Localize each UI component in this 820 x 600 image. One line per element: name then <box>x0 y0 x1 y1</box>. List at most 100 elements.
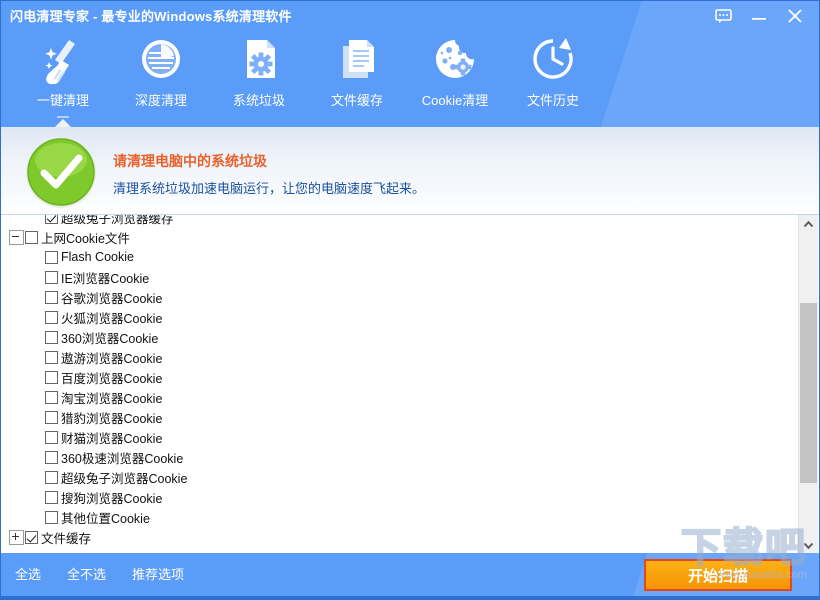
item-checkbox[interactable] <box>45 290 58 304</box>
list-item[interactable]: 上网Cookie文件 <box>1 227 798 247</box>
minimize-icon <box>752 18 766 20</box>
item-checkbox[interactable] <box>25 530 38 544</box>
list-body: 超级兔子浏览器缓存上网Cookie文件 Flash Cookie IE浏览器Cook… <box>1 215 798 547</box>
item-checkbox[interactable] <box>25 230 38 244</box>
item-label: 猎豹浏览器Cookie <box>61 411 163 426</box>
message-bubble-icon <box>714 9 732 23</box>
item-label: 百度浏览器Cookie <box>61 371 163 386</box>
item-label: 超级兔子浏览器Cookie <box>61 471 188 486</box>
item-label: 火狐浏览器Cookie <box>61 311 163 326</box>
item-label: 360极速浏览器Cookie <box>61 451 184 466</box>
item-checkbox[interactable] <box>45 310 58 324</box>
scrollbar-thumb[interactable] <box>800 303 817 483</box>
document-gear-icon <box>233 31 285 87</box>
tab-label: 文件历史 <box>526 93 579 108</box>
clock-history-icon <box>527 31 579 87</box>
scroll-up-button[interactable] <box>799 215 818 234</box>
app-window: 闪电清理专家 - 最专业的Windows系统清理软件 一键清理 深度清理 系统垃… <box>0 0 820 600</box>
tab-active-underline <box>57 116 69 118</box>
toolbar-tabs: 一键清理 深度清理 系统垃圾 文件缓存 Cookie清理 文件历史 <box>1 29 819 127</box>
documents-icon <box>331 31 383 87</box>
item-checkbox[interactable] <box>45 215 58 224</box>
item-label: Flash Cookie <box>61 250 134 264</box>
tab-label: 文件缓存 <box>330 93 383 108</box>
item-checkbox[interactable] <box>45 470 58 484</box>
item-checkbox[interactable] <box>45 490 58 504</box>
window-controls <box>705 1 813 31</box>
broom-icon <box>37 31 89 87</box>
header: 闪电清理专家 - 最专业的Windows系统清理软件 一键清理 深度清理 系统垃… <box>1 1 819 127</box>
footer-selection-buttons: 全选 全不选 推荐选项 <box>15 564 184 583</box>
list-item[interactable]: 超级兔子浏览器Cookie <box>1 467 798 487</box>
item-checkbox[interactable] <box>45 390 58 404</box>
close-button[interactable] <box>777 1 813 31</box>
item-checkbox[interactable] <box>45 450 58 464</box>
disc-scan-icon <box>135 31 187 87</box>
tab-file-cache[interactable]: 文件缓存 <box>308 31 406 117</box>
list-item[interactable]: 猎豹浏览器Cookie <box>1 407 798 427</box>
item-label: 财猫浏览器Cookie <box>61 431 163 446</box>
list-item[interactable]: 淘宝浏览器Cookie <box>1 387 798 407</box>
expand-node-icon[interactable] <box>9 529 24 545</box>
item-checkbox[interactable] <box>45 370 58 384</box>
list-item[interactable]: IE浏览器Cookie <box>1 267 798 287</box>
status-banner: 请清理电脑中的系统垃圾 清理系统垃圾加速电脑运行，让您的电脑速度飞起来。 <box>1 127 819 215</box>
tab-label: 深度清理 <box>134 93 187 108</box>
chevron-down-icon <box>804 542 813 549</box>
list-item[interactable]: Flash Cookie <box>1 247 798 267</box>
tab-system-junk[interactable]: 系统垃圾 <box>210 31 308 117</box>
list-item[interactable]: 财猫浏览器Cookie <box>1 427 798 447</box>
item-label: 其他位置Cookie <box>61 511 150 526</box>
cleanup-item-list[interactable]: 超级兔子浏览器缓存上网Cookie文件 Flash Cookie IE浏览器Cook… <box>1 215 819 555</box>
tab-cookie-clean[interactable]: Cookie清理 <box>406 31 504 117</box>
tab-deep-clean[interactable]: 深度清理 <box>112 31 210 117</box>
item-label: 超级兔子浏览器缓存 <box>61 215 174 226</box>
item-label: 文件缓存 <box>41 531 92 546</box>
footer-bar: 全选 全不选 推荐选项 开始扫描 <box>1 553 819 599</box>
banner-subtext: 清理系统垃圾加速电脑运行，让您的电脑速度飞起来。 <box>113 181 426 196</box>
tab-one-click-clean[interactable]: 一键清理 <box>14 31 112 127</box>
select-none-button[interactable]: 全不选 <box>67 564 106 583</box>
item-checkbox[interactable] <box>45 250 58 264</box>
collapse-node-icon[interactable] <box>9 229 24 245</box>
tab-active-pointer <box>53 119 73 127</box>
item-label: 搜狗浏览器Cookie <box>61 491 163 506</box>
list-scrollbar[interactable] <box>798 215 818 555</box>
list-item[interactable]: 火狐浏览器Cookie <box>1 307 798 327</box>
list-item[interactable]: 搜狗浏览器Cookie <box>1 487 798 507</box>
item-checkbox[interactable] <box>45 330 58 344</box>
green-check-circle-icon <box>23 134 99 210</box>
list-item[interactable]: 超级兔子浏览器缓存 <box>1 215 798 227</box>
item-label: 淘宝浏览器Cookie <box>61 391 163 406</box>
tab-label: 系统垃圾 <box>232 93 285 108</box>
list-item[interactable]: 360浏览器Cookie <box>1 327 798 347</box>
tab-label: 一键清理 <box>36 93 89 108</box>
recommended-options-button[interactable]: 推荐选项 <box>132 564 184 583</box>
cookie-icon <box>429 31 481 87</box>
list-item[interactable]: 百度浏览器Cookie <box>1 367 798 387</box>
item-label: 360浏览器Cookie <box>61 331 159 346</box>
list-item[interactable]: 遨游浏览器Cookie <box>1 347 798 367</box>
select-all-button[interactable]: 全选 <box>15 564 41 583</box>
tab-file-history[interactable]: 文件历史 <box>504 31 602 117</box>
item-checkbox[interactable] <box>45 410 58 424</box>
minimize-button[interactable] <box>741 1 777 31</box>
banner-headline: 请清理电脑中的系统垃圾 <box>113 153 267 169</box>
title-bar[interactable]: 闪电清理专家 - 最专业的Windows系统清理软件 <box>1 1 819 31</box>
list-item[interactable]: 360极速浏览器Cookie <box>1 447 798 467</box>
item-checkbox[interactable] <box>45 350 58 364</box>
feedback-button[interactable] <box>705 1 741 31</box>
list-item[interactable]: 文件缓存 <box>1 527 798 547</box>
start-scan-button[interactable]: 开始扫描 <box>644 559 792 591</box>
list-item[interactable]: 其他位置Cookie <box>1 507 798 527</box>
item-checkbox[interactable] <box>45 430 58 444</box>
item-label: 谷歌浏览器Cookie <box>61 291 163 306</box>
close-icon <box>788 9 802 23</box>
chevron-up-icon <box>804 221 813 228</box>
window-title: 闪电清理专家 - 最专业的Windows系统清理软件 <box>10 9 292 24</box>
list-item[interactable]: 谷歌浏览器Cookie <box>1 287 798 307</box>
item-checkbox[interactable] <box>45 510 58 524</box>
item-label: 遨游浏览器Cookie <box>61 351 163 366</box>
item-label: 上网Cookie文件 <box>41 231 130 246</box>
item-checkbox[interactable] <box>45 270 58 284</box>
